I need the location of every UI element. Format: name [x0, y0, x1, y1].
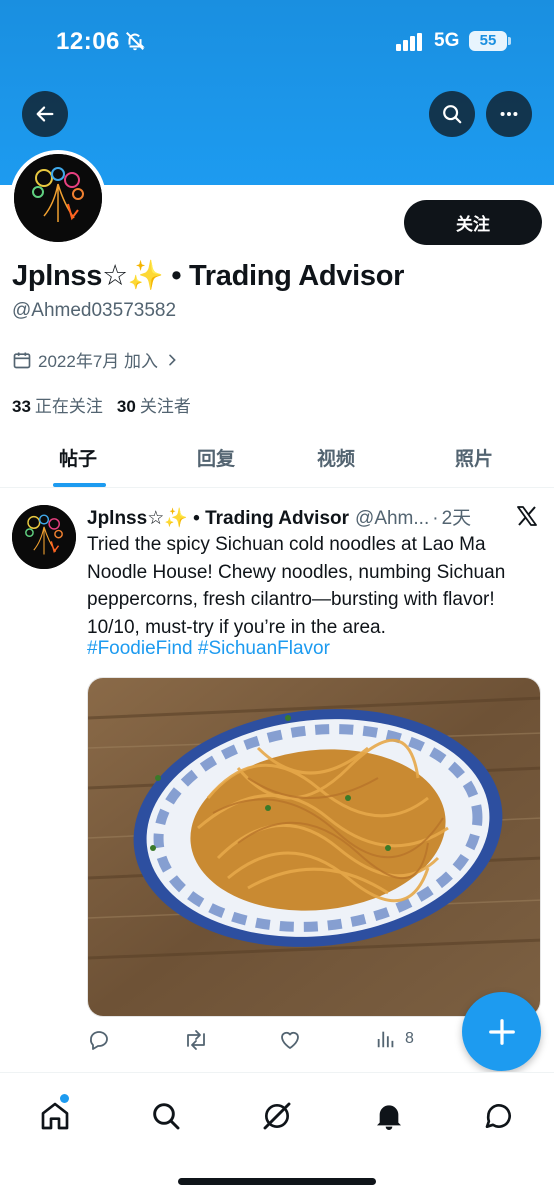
nav-search[interactable]: [149, 1099, 183, 1133]
followers-link[interactable]: 30 关注者: [117, 392, 191, 417]
post-body: Tried the spicy Sichuan cold noodles at …: [87, 534, 506, 638]
status-bar: 12:06 5G 55: [0, 0, 554, 84]
arrow-left-icon: [36, 106, 54, 122]
retweet-button[interactable]: [183, 1028, 209, 1052]
search-icon: [443, 105, 462, 124]
calendar-icon: [13, 352, 31, 368]
repost-icon: [187, 1030, 205, 1050]
nav-notifications[interactable]: [372, 1099, 406, 1133]
status-time: 12:06: [56, 28, 120, 55]
joined-label: 2022年7月 加入: [38, 352, 158, 371]
compose-post-button[interactable]: [462, 992, 541, 1071]
tab-replies[interactable]: 回复: [197, 444, 235, 471]
following-label: 正在关注: [34, 397, 103, 416]
post-image[interactable]: [87, 677, 541, 1017]
grok-icon: [263, 1102, 291, 1130]
search-button[interactable]: [429, 91, 475, 137]
post-actions: 8: [87, 1028, 447, 1056]
like-button[interactable]: [278, 1028, 302, 1052]
post-author-name[interactable]: Jplnss☆✨ • Trading Advisor: [87, 506, 349, 530]
followers-count: 30: [116, 397, 136, 416]
views-button[interactable]: 8: [375, 1028, 414, 1050]
more-button[interactable]: [486, 91, 532, 137]
post-hashtags[interactable]: #FoodieFind #SichuanFlavor: [87, 638, 330, 660]
battery-indicator: 55: [469, 31, 511, 51]
post-header: Jplnss☆✨ • Trading Advisor @Ahm... · 2天: [87, 503, 507, 530]
active-tab-indicator: [53, 483, 106, 487]
heart-icon: [281, 1031, 299, 1049]
plus-icon: [488, 1018, 515, 1045]
post-author-avatar[interactable]: [12, 505, 76, 569]
nav-messages[interactable]: [482, 1099, 516, 1133]
profile-tabs: 帖子 回复 视频 照片: [0, 430, 554, 488]
post-author-handle[interactable]: @Ahm...: [355, 508, 429, 530]
home-indicator[interactable]: [178, 1178, 376, 1185]
chevron-right-icon: [169, 354, 176, 365]
home-unread-dot: [60, 1094, 69, 1103]
avatar-image: [12, 505, 76, 569]
signal-icon: [396, 33, 422, 51]
avatar-image: [14, 154, 102, 242]
reply-button[interactable]: [87, 1028, 111, 1052]
network-label: 5G: [434, 30, 460, 51]
tab-videos[interactable]: 视频: [317, 444, 355, 471]
following-count: 33: [12, 397, 31, 416]
nav-home[interactable]: [38, 1099, 72, 1133]
post-separator: ·: [432, 508, 439, 529]
views-count: 8: [405, 1030, 414, 1047]
joined-date[interactable]: 2022年7月 加入: [12, 347, 180, 372]
back-button[interactable]: [22, 91, 68, 137]
followers-label: 关注者: [139, 397, 191, 416]
bell-muted-icon: [126, 32, 145, 51]
analytics-icon: [377, 1031, 394, 1048]
tab-photos[interactable]: 照片: [455, 444, 493, 471]
profile-handle: @Ahmed03573582: [12, 300, 177, 321]
search-icon: [153, 1103, 180, 1130]
home-icon: [41, 1102, 69, 1130]
tab-posts[interactable]: 帖子: [59, 444, 97, 471]
profile-avatar[interactable]: [10, 150, 106, 246]
nav-grok[interactable]: [260, 1099, 294, 1133]
x-logo-icon: [517, 506, 537, 526]
follow-button[interactable]: 关注: [404, 200, 542, 245]
bell-icon: [377, 1105, 401, 1130]
reply-icon: [90, 1031, 108, 1050]
following-link[interactable]: 33 正在关注: [12, 392, 103, 417]
post-time[interactable]: 2天: [442, 503, 472, 530]
message-icon: [485, 1104, 511, 1128]
profile-display-name: Jplnss☆✨ • Trading Advisor: [12, 260, 405, 292]
noodle-photo: [88, 678, 540, 1016]
more-horizontal-icon: [500, 111, 518, 117]
follow-counts: 33 正在关注 30 关注者: [12, 392, 191, 417]
